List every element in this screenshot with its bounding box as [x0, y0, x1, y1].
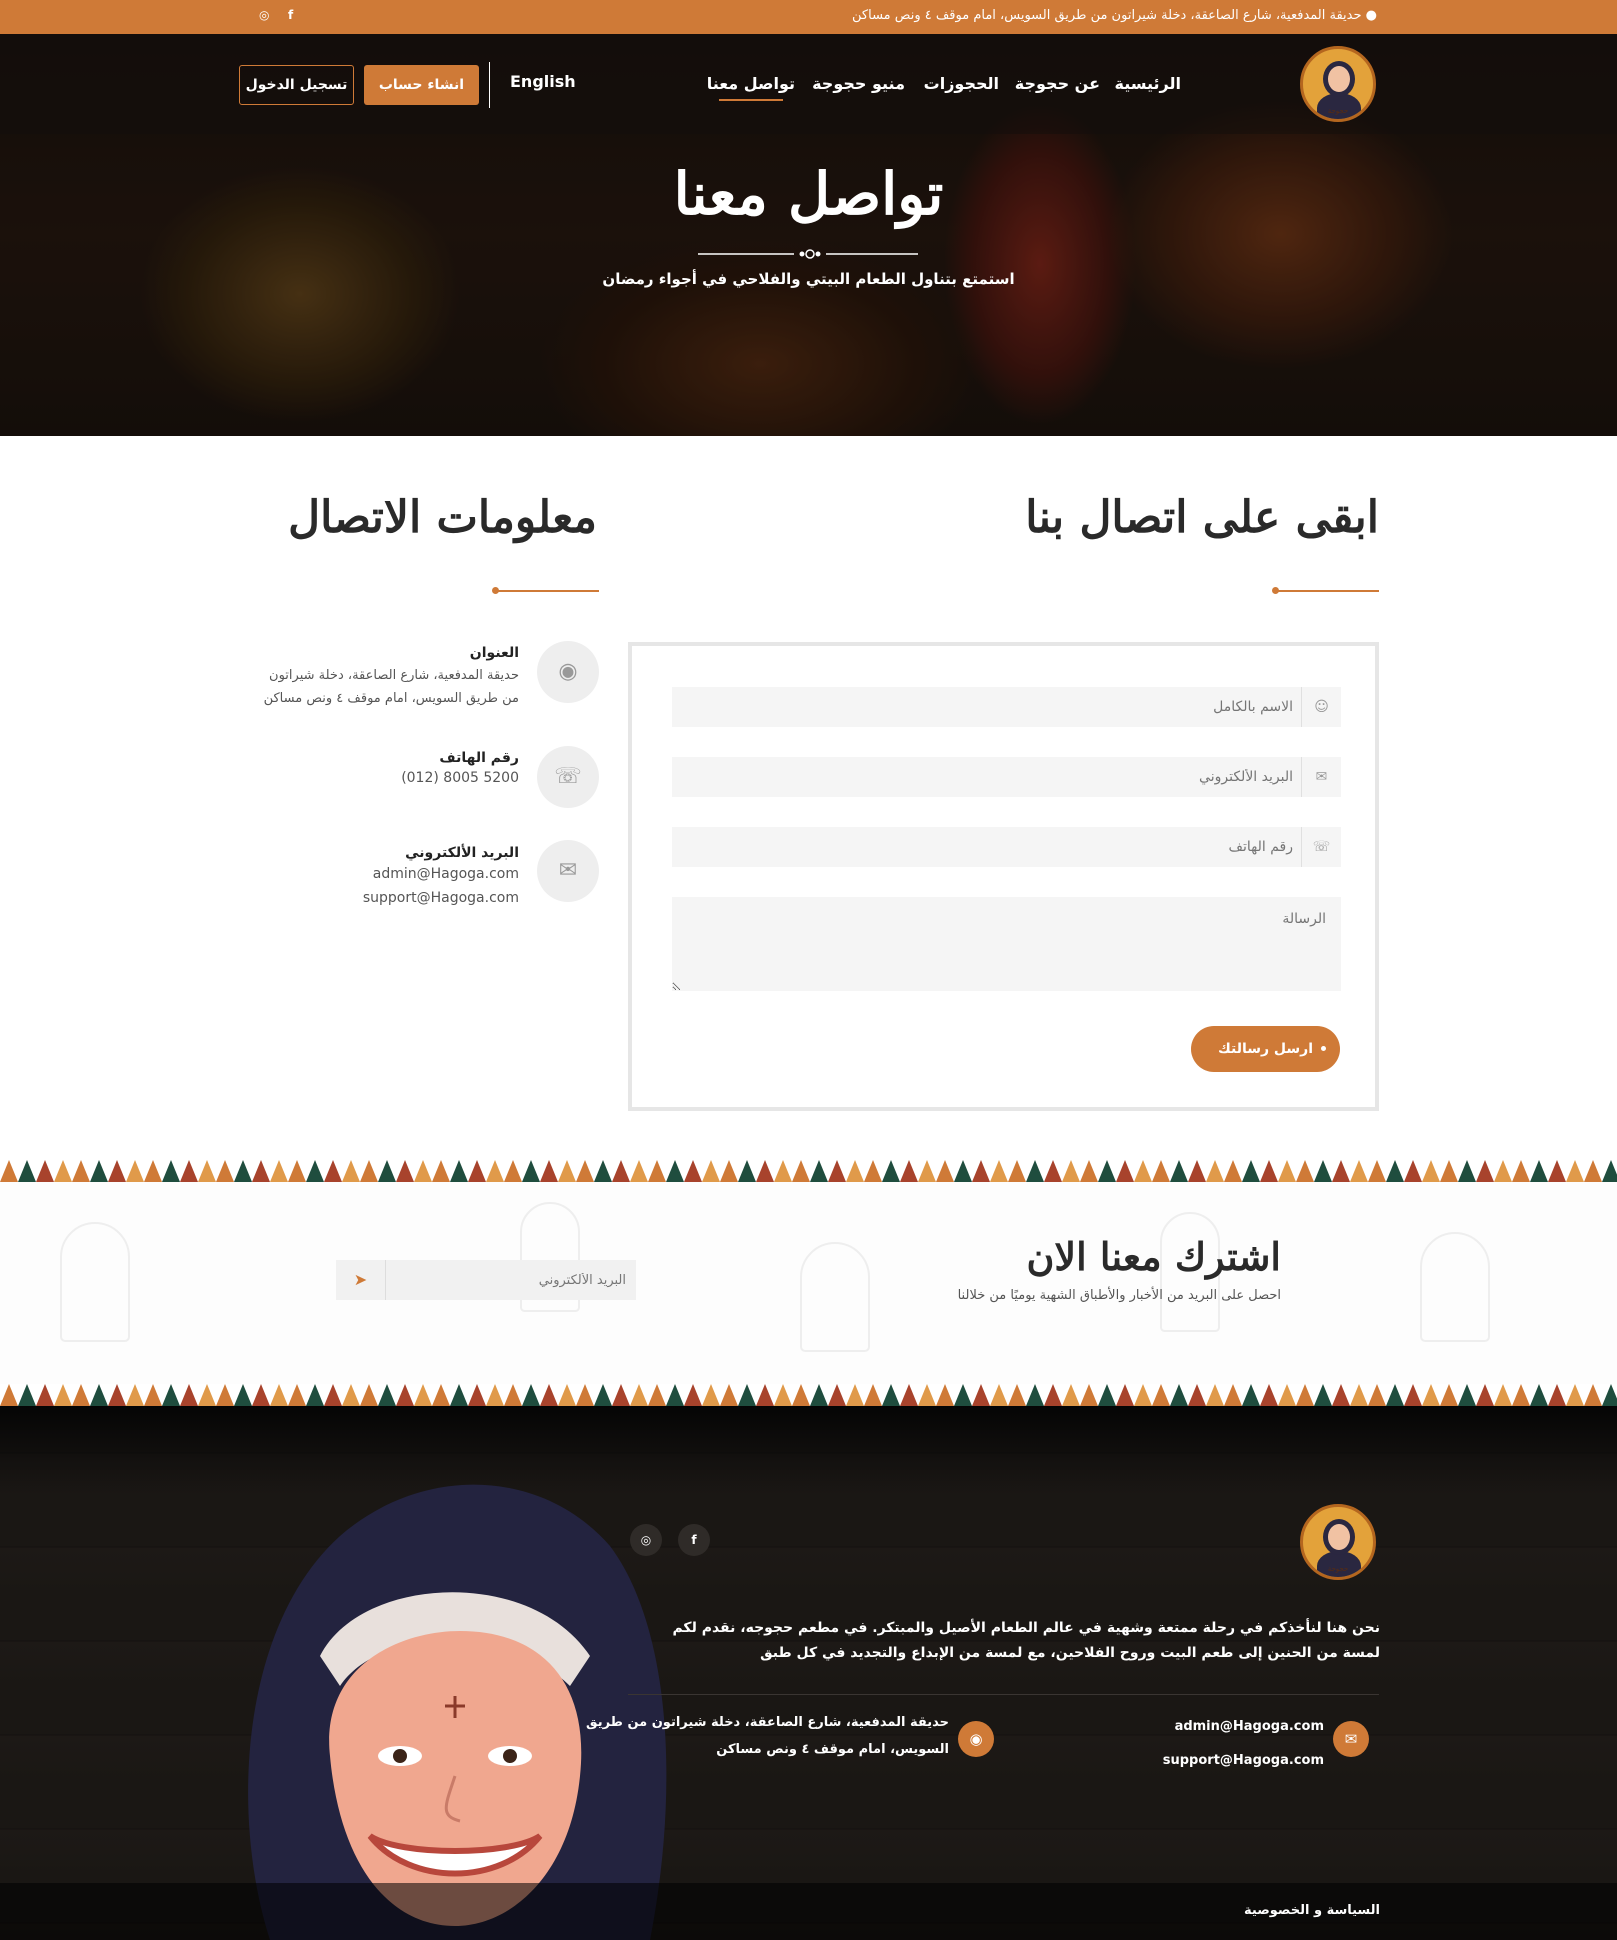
topbar-address-text: حديقة المدفعية، شارع الصاعقة، دخلة شيرات… [852, 8, 1362, 23]
envelope-icon: ✉ [537, 840, 599, 902]
top-info-bar: ● حديقة المدفعية، شارع الصاعقة، دخلة شير… [0, 0, 1617, 34]
footer-email-admin[interactable]: admin@Hagoga.com [1175, 1710, 1324, 1744]
nav-separator [489, 62, 490, 108]
logo-text: حجوجة [1327, 107, 1349, 115]
instagram-icon[interactable]: ◎ [630, 1524, 662, 1556]
zigzag-border-top [0, 1160, 1617, 1182]
subscribe-description: احصل على البريد من الأخبار والأطباق الشه… [957, 1288, 1281, 1303]
subscribe-email-input[interactable] [386, 1260, 626, 1300]
footer-divider [628, 1694, 1379, 1695]
email-admin[interactable]: admin@Hagoga.com [373, 862, 519, 886]
nav-home[interactable]: الرئيسية [1115, 74, 1182, 93]
page-title: تواصل معنا [673, 160, 944, 228]
footer-address-line-2: السويس، امام موقف ٤ ونص مساكن [716, 1742, 949, 1757]
address-line-2: من طريق السويس، امام موقف ٤ ونص مساكن [263, 691, 519, 706]
grandma-illustration [248, 1484, 667, 1940]
phone-number[interactable]: (012) 8005 5200 [401, 766, 519, 790]
phone-input[interactable] [693, 827, 1293, 867]
address-title: العنوان [469, 645, 519, 661]
subscribe-form: ➤ [336, 1260, 636, 1300]
message-textarea[interactable] [672, 897, 1341, 991]
paper-plane-icon[interactable]: ➤ [336, 1260, 386, 1300]
footer-logo-text: حجوجة [1327, 1565, 1349, 1573]
send-button-label: ارسل رسالتك [1217, 1041, 1314, 1057]
message-field[interactable] [672, 897, 1341, 991]
nav-menu[interactable]: منيو حجوجة [812, 74, 905, 93]
phone-title: رقم الهاتف [439, 750, 519, 766]
nav-about[interactable]: عن حجوجة [1015, 74, 1100, 93]
facebook-icon[interactable]: f [288, 8, 293, 22]
address-line-1: حديقة المدفعية، شارع الصاعقة، دخلة شيرات… [269, 668, 519, 683]
nav-contact[interactable]: تواصل معنا [707, 74, 795, 101]
footer-about-text: نحن هنا لنأخذكم في رحلة ممتعة وشهية في ع… [672, 1620, 1380, 1661]
footer-email-support[interactable]: support@Hagoga.com [1163, 1744, 1324, 1778]
envelope-icon: ✉ [1333, 1721, 1369, 1757]
footer-bottom-bar: السياسة و الخصوصية [0, 1883, 1617, 1940]
site-logo[interactable]: حجوجة [1300, 46, 1376, 122]
envelope-icon: ✉ [1301, 757, 1341, 797]
contact-info-heading: معلومات الاتصال [288, 492, 597, 543]
phone-icon: ☏ [1301, 827, 1341, 867]
main-navbar: حجوجة الرئيسية عن حجوجة الحجوزات منيو حج… [0, 34, 1617, 134]
lantern-pattern [1420, 1232, 1490, 1342]
send-message-button[interactable]: ارسل رسالتك [1191, 1026, 1340, 1072]
hero-banner: حجوجة الرئيسية عن حجوجة الحجوزات منيو حج… [0, 34, 1617, 436]
footer-address-line-1: حديقة المدفعية، شارع الصاعقة، دخلة شيرات… [585, 1715, 949, 1730]
zigzag-border-bottom [0, 1384, 1617, 1406]
phone-field[interactable]: ☏ [672, 827, 1341, 867]
nav-reservations[interactable]: الحجوزات [924, 74, 999, 93]
name-field[interactable]: ☺ [672, 687, 1341, 727]
contact-info-heading-rule [492, 587, 599, 594]
topbar-address: ● حديقة المدفعية، شارع الصاعقة، دخلة شير… [852, 8, 1377, 23]
title-divider [698, 249, 918, 259]
email-support[interactable]: support@Hagoga.com [363, 886, 519, 910]
send-button-dot [1321, 1046, 1326, 1051]
email-title: البريد الألكتروني [405, 845, 519, 861]
hero-subtitle: استمتع بتناول الطعام البيتي والفلاحي في … [602, 270, 1015, 288]
email-field[interactable]: ✉ [672, 757, 1341, 797]
facebook-icon[interactable]: f [678, 1524, 710, 1556]
user-icon: ☺ [1301, 687, 1341, 727]
subscribe-title: اشترك معنا الان [1026, 1234, 1281, 1279]
privacy-policy-link[interactable]: السياسة و الخصوصية [1244, 1903, 1380, 1918]
subscribe-section: اشترك معنا الان احصل على البريد من الأخب… [0, 1182, 1617, 1384]
name-input[interactable] [693, 687, 1293, 727]
contact-form: ☺ ✉ ☏ ارسل رسالتك [628, 642, 1379, 1111]
map-marker-icon: ● [1365, 8, 1377, 23]
logo-figure-face [1323, 61, 1355, 97]
contact-form-heading-rule [1272, 587, 1379, 594]
map-marker-icon: ◉ [958, 1721, 994, 1757]
map-marker-icon: ◉ [537, 641, 599, 703]
logo-figure-face [1323, 1519, 1355, 1555]
footer-logo[interactable]: حجوجة [1300, 1504, 1376, 1580]
site-footer: حجوجة f ◎ نحن هنا لنأخذكم في رحلة ممتعة … [0, 1406, 1617, 1940]
language-switch[interactable]: English [510, 72, 576, 91]
instagram-icon[interactable]: ◎ [259, 8, 269, 22]
login-button[interactable]: تسجيل الدخول [239, 65, 354, 105]
lantern-pattern [800, 1242, 870, 1352]
lantern-pattern [60, 1222, 130, 1342]
signup-button[interactable]: انشاء حساب [364, 65, 479, 105]
contact-form-heading: ابقى على اتصال بنا [1025, 492, 1379, 543]
email-input[interactable] [693, 757, 1293, 797]
phone-icon: ☏ [537, 746, 599, 808]
